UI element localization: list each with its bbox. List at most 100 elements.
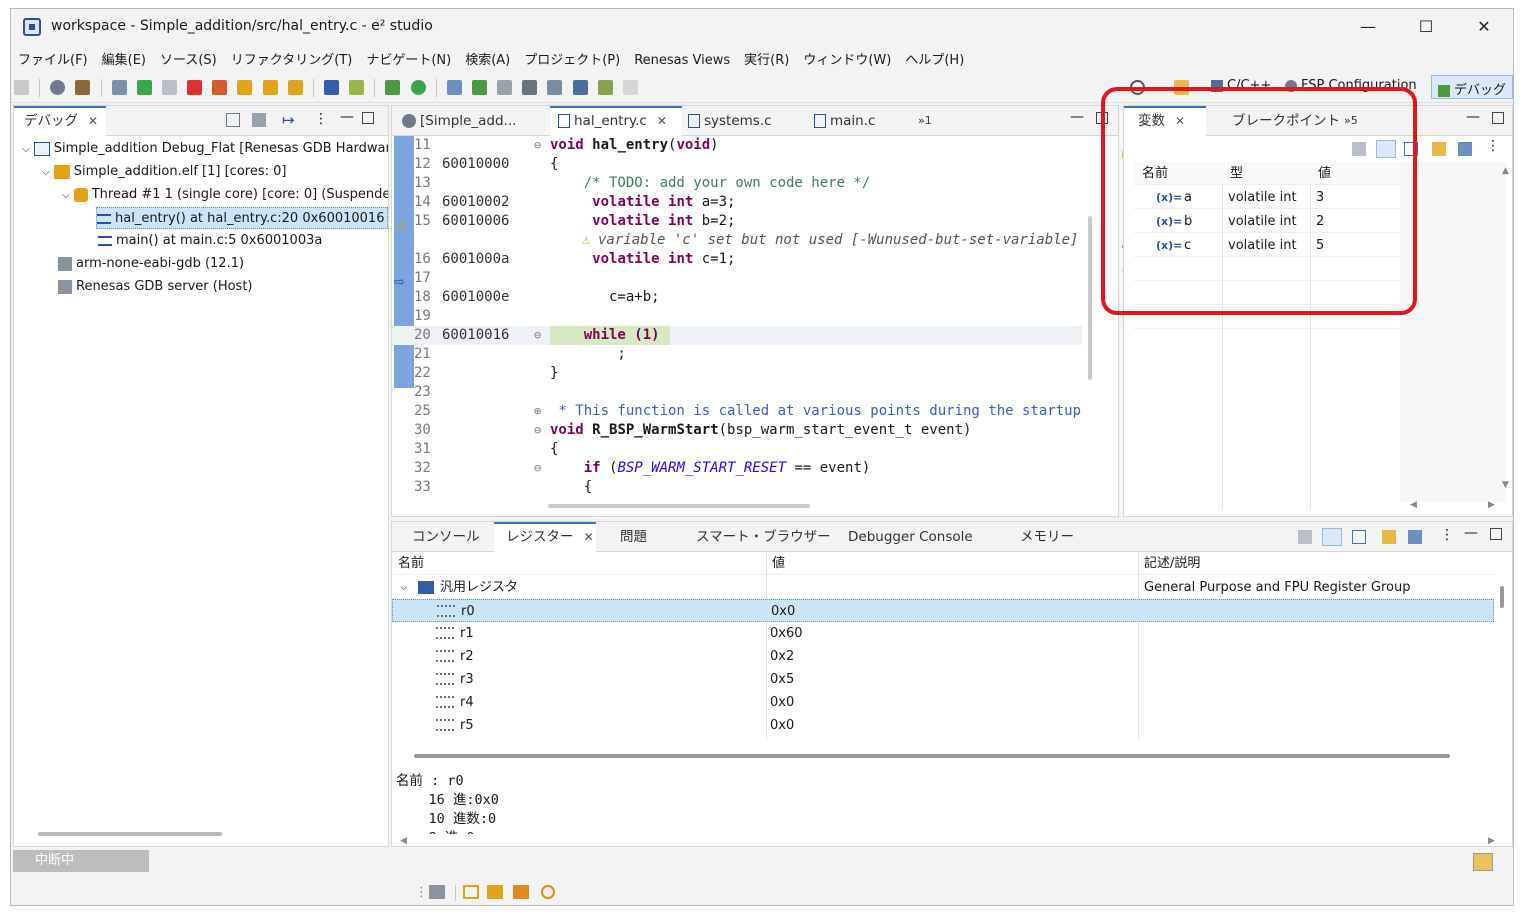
code-editor[interactable]: 11 ⊖ void hal_entry(void) 12 60010000 {13 /* …: [392, 136, 1082, 501]
step-filter-icon[interactable]: ↦: [282, 111, 295, 129]
tab-registers[interactable]: レジスター ✕: [494, 522, 596, 553]
layout-icon[interactable]: [1352, 530, 1366, 544]
close-tab-icon[interactable]: ✕: [657, 114, 667, 128]
terminate-icon[interactable]: [187, 80, 203, 95]
editor-hscrollbar[interactable]: [548, 504, 810, 508]
register-row[interactable]: r1 0x60: [392, 622, 1494, 645]
register-value[interactable]: 0x0: [770, 714, 794, 737]
registers-vscrollbar[interactable]: [1500, 586, 1504, 608]
register-value[interactable]: 0x0: [770, 691, 794, 714]
status-notification-icon[interactable]: [1473, 853, 1493, 871]
tree-item-elf[interactable]: ⌵ Simple_addition.elf [1] [cores: 0]: [42, 161, 286, 183]
tab-memory[interactable]: メモリー: [1020, 522, 1074, 552]
scroll-down-arrow-icon[interactable]: ▼: [1502, 480, 1509, 490]
code-line[interactable]: 31 {: [392, 440, 1082, 459]
code-line[interactable]: 12 60010000 {: [392, 155, 1082, 174]
header-name[interactable]: 名前: [398, 552, 424, 575]
code-line[interactable]: 13 /* TODO: add your own code here */: [392, 174, 1082, 193]
collapse-icon[interactable]: [1298, 530, 1312, 544]
menu-window[interactable]: ウィンドウ(W): [796, 46, 898, 71]
minimize-view-icon[interactable]: —: [1464, 525, 1478, 541]
tree-item-thread[interactable]: ⌵ Thread #1 1 (single core) [core: 0] (S…: [62, 184, 388, 206]
edit-icon[interactable]: [1458, 142, 1472, 156]
refresh-icon[interactable]: [597, 80, 613, 95]
code-line[interactable]: 15 60010006 volatile int b=2;: [392, 212, 1082, 231]
expand-chevron-icon[interactable]: ⌵: [400, 576, 408, 599]
maximize-view-icon[interactable]: [1490, 528, 1502, 540]
register-row[interactable]: r2 0x2: [392, 645, 1494, 668]
tree-item-frame-main[interactable]: main() at main.c:5 0x6001003a: [98, 230, 322, 252]
tree-item-gdb[interactable]: arm-none-eabi-gdb (12.1): [58, 253, 244, 275]
register-row[interactable]: r3 0x5: [392, 668, 1494, 691]
menu-edit[interactable]: 編集(E): [95, 46, 153, 71]
perspective-debug[interactable]: デバッグ: [1431, 75, 1513, 99]
code-line[interactable]: 21 ;: [392, 345, 1082, 364]
menu-run[interactable]: 実行(R): [737, 46, 796, 71]
close-tab-icon[interactable]: ✕: [584, 530, 594, 544]
status-wand-icon[interactable]: [513, 885, 529, 899]
remove-terminated-icon[interactable]: [252, 113, 266, 127]
code-line[interactable]: 22}: [392, 364, 1082, 383]
register-value[interactable]: 0x2: [770, 645, 794, 668]
collapse-all-icon[interactable]: [226, 113, 240, 127]
disconnect-icon[interactable]: [212, 80, 228, 95]
debug-bug-icon[interactable]: [385, 80, 401, 95]
tree-item-launch[interactable]: ⌵ Simple_addition Debug_Flat [Renesas GD…: [22, 138, 388, 160]
status-tool-icon[interactable]: [429, 885, 445, 899]
tab-disassembly[interactable]: [Simple_add...: [398, 106, 548, 136]
header-value[interactable]: 値: [772, 552, 785, 575]
save-icon[interactable]: [14, 80, 29, 95]
minimize-button[interactable]: —: [1339, 13, 1397, 41]
memory-icon[interactable]: [572, 80, 588, 95]
code-line[interactable]: 11 ⊖ void hal_entry(void): [392, 136, 1082, 155]
restart-icon[interactable]: [349, 80, 365, 95]
scroll-left-arrow-icon[interactable]: ◀: [400, 836, 407, 846]
fold-collapse-icon[interactable]: ⊖: [534, 421, 541, 440]
scroll-left-arrow-icon[interactable]: ◀: [1410, 500, 1417, 510]
fold-expand-icon[interactable]: ⊕: [534, 402, 541, 421]
new-connection-icon[interactable]: [446, 80, 462, 95]
maximize-view-icon[interactable]: [1492, 112, 1504, 124]
code-line[interactable]: 16 6001000a volatile int c=1;: [392, 250, 1082, 269]
status-book-icon[interactable]: [463, 885, 479, 899]
tab-systems[interactable]: systems.c: [688, 106, 808, 136]
menu-project[interactable]: プロジェクト(P): [517, 46, 627, 71]
scroll-up-arrow-icon[interactable]: ▲: [1502, 166, 1509, 176]
close-button[interactable]: ✕: [1455, 13, 1513, 41]
view-menu-icon[interactable]: ⋮: [1440, 527, 1454, 543]
code-line[interactable]: 19: [392, 307, 1082, 326]
view-menu-icon[interactable]: ⋮: [1486, 138, 1500, 154]
menu-search[interactable]: 検索(A): [458, 46, 517, 71]
code-line[interactable]: ⚠ variable 'c' set but not used [-Wunused…: [392, 231, 1082, 250]
menu-renesas-views[interactable]: Renesas Views: [627, 50, 737, 71]
code-line[interactable]: 14 60010002 volatile int a=3;: [392, 193, 1082, 212]
registers-hscrollbar[interactable]: [414, 754, 1450, 758]
edit-register-group-icon[interactable]: [1408, 530, 1422, 544]
tree-item-frame-hal-entry[interactable]: hal_entry() at hal_entry.c:20 0x60010016: [96, 207, 388, 229]
tab-main[interactable]: main.c: [814, 106, 914, 136]
code-line[interactable]: 18 6001000e c=a+b;: [392, 288, 1082, 307]
close-tab-icon[interactable]: ✕: [88, 114, 98, 128]
register-row[interactable]: r0 0x0: [392, 599, 1494, 622]
tree-item-gdb-server[interactable]: Renesas GDB server (Host): [58, 276, 253, 298]
add-register-group-icon[interactable]: [1382, 530, 1396, 544]
editor-tab-overflow[interactable]: »1: [918, 106, 932, 136]
register-value[interactable]: 0x60: [770, 622, 803, 645]
resume-icon[interactable]: [136, 80, 152, 95]
tab-smart-browser[interactable]: スマート・ブラウザー: [696, 522, 831, 552]
register-value[interactable]: 0x5: [770, 668, 794, 691]
code-line[interactable]: 25 ⊕ * This function is called at various…: [392, 402, 1082, 421]
maximize-view-icon[interactable]: [362, 112, 374, 124]
step-into-icon[interactable]: [237, 80, 253, 95]
external-tools-icon[interactable]: [471, 80, 487, 95]
minimize-view-icon[interactable]: —: [340, 109, 354, 125]
skip-breakpoints-icon[interactable]: [111, 80, 127, 95]
menu-file[interactable]: ファイル(F): [11, 46, 95, 71]
run-icon[interactable]: [410, 80, 426, 95]
tab-problems[interactable]: 問題: [620, 522, 647, 552]
suspend-icon[interactable]: [161, 80, 177, 95]
code-line[interactable]: 33 {: [392, 478, 1082, 497]
show-type-names-icon[interactable]: [1322, 528, 1342, 546]
step-over-icon[interactable]: [262, 80, 278, 95]
settings-gear-icon[interactable]: [50, 80, 66, 95]
